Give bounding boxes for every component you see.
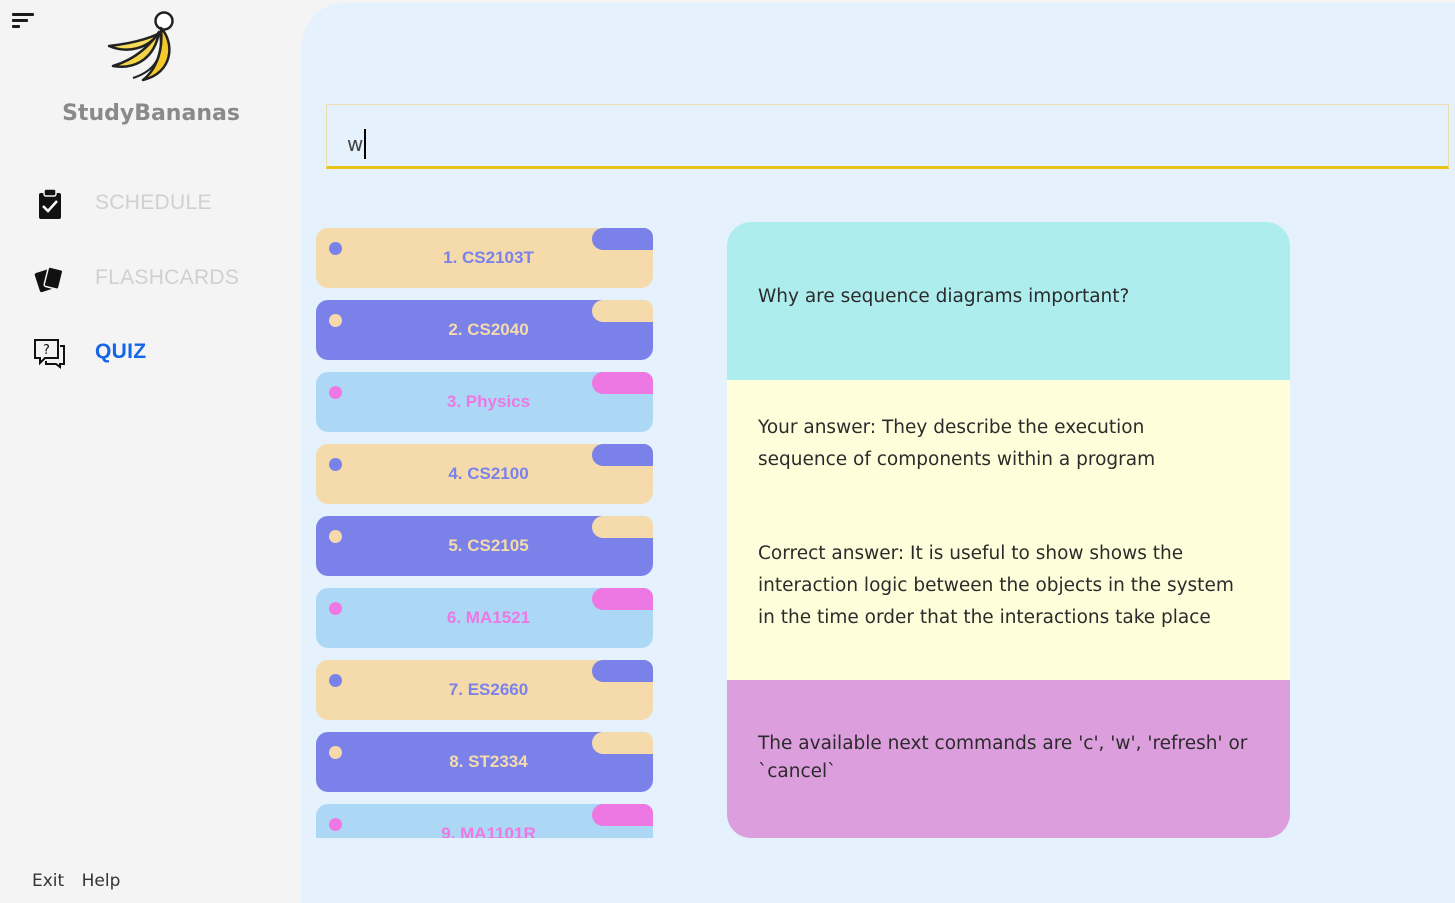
module-item[interactable]: 8. ST2334 [316, 732, 653, 792]
sidebar-item-flashcards[interactable]: FLASHCARDS [28, 258, 288, 298]
text-caret [364, 129, 367, 159]
main-panel: w 1. CS2103T 2. CS2040 3. Physics 4. CS2… [302, 3, 1455, 903]
module-tab [592, 660, 653, 682]
module-label: 1. CS2103T [443, 248, 534, 267]
module-label: 6. MA1521 [446, 608, 531, 627]
svg-text:?: ? [43, 343, 50, 358]
question-chat-icon: ? [34, 339, 65, 369]
module-label: 9. MA1101R [441, 824, 536, 838]
module-list[interactable]: 1. CS2103T 2. CS2040 3. Physics 4. CS210… [316, 228, 656, 838]
sidebar-item-label: QUIZ [95, 340, 147, 363]
app-name: StudyBananas [62, 101, 240, 126]
commands-text: The available next commands are 'c', 'w'… [758, 733, 1248, 782]
module-item[interactable]: 3. Physics [316, 372, 653, 432]
question-text: Why are sequence diagrams important? [758, 286, 1130, 307]
module-label: 4. CS2100 [448, 464, 529, 483]
module-label: 3. Physics [446, 392, 531, 411]
module-tab [592, 300, 653, 322]
module-item[interactable]: 9. MA1101R [316, 804, 653, 838]
correct-answer-text: Correct answer: It is useful to show sho… [758, 543, 1234, 628]
module-tab [592, 228, 653, 250]
command-input[interactable]: w [326, 104, 1449, 169]
sidebar: StudyBananas SCHEDULE FLASHCARDS ? QUIZ … [0, 0, 302, 903]
module-item[interactable]: 5. CS2105 [316, 516, 653, 576]
sidebar-item-label: FLASHCARDS [95, 266, 240, 289]
module-label: 2. CS2040 [448, 320, 529, 339]
module-tab [592, 372, 653, 394]
commands-section: The available next commands are 'c', 'w'… [727, 680, 1290, 838]
your-answer-text: Your answer: They describe the execution… [758, 417, 1156, 470]
module-label: 5. CS2105 [448, 536, 529, 555]
module-tab [592, 444, 653, 466]
module-item[interactable]: 6. MA1521 [316, 588, 653, 648]
module-label: 8. ST2334 [449, 752, 528, 771]
module-tab [592, 588, 653, 610]
footer-links: Exit Help [32, 871, 132, 891]
module-tab [592, 804, 653, 826]
sidebar-item-schedule[interactable]: SCHEDULE [28, 183, 288, 223]
menu-icon[interactable] [12, 13, 34, 29]
quiz-card: Why are sequence diagrams important? You… [727, 222, 1290, 838]
module-item[interactable]: 4. CS2100 [316, 444, 653, 504]
module-tab [592, 516, 653, 538]
clipboard-check-icon [39, 188, 61, 219]
answers-section: Your answer: They describe the execution… [727, 380, 1290, 680]
exit-link[interactable]: Exit [32, 871, 64, 891]
help-link[interactable]: Help [82, 871, 121, 891]
module-item[interactable]: 7. ES2660 [316, 660, 653, 720]
module-tab [592, 732, 653, 754]
sidebar-item-quiz[interactable]: ? QUIZ [28, 332, 288, 372]
banana-logo-icon [107, 11, 174, 82]
command-input-text: w [347, 129, 367, 159]
module-label: 7. ES2660 [448, 680, 529, 699]
cards-icon [34, 266, 64, 293]
module-item[interactable]: 2. CS2040 [316, 300, 653, 360]
module-item[interactable]: 1. CS2103T [316, 228, 653, 288]
sidebar-item-label: SCHEDULE [95, 191, 212, 214]
question-section: Why are sequence diagrams important? [727, 222, 1290, 380]
